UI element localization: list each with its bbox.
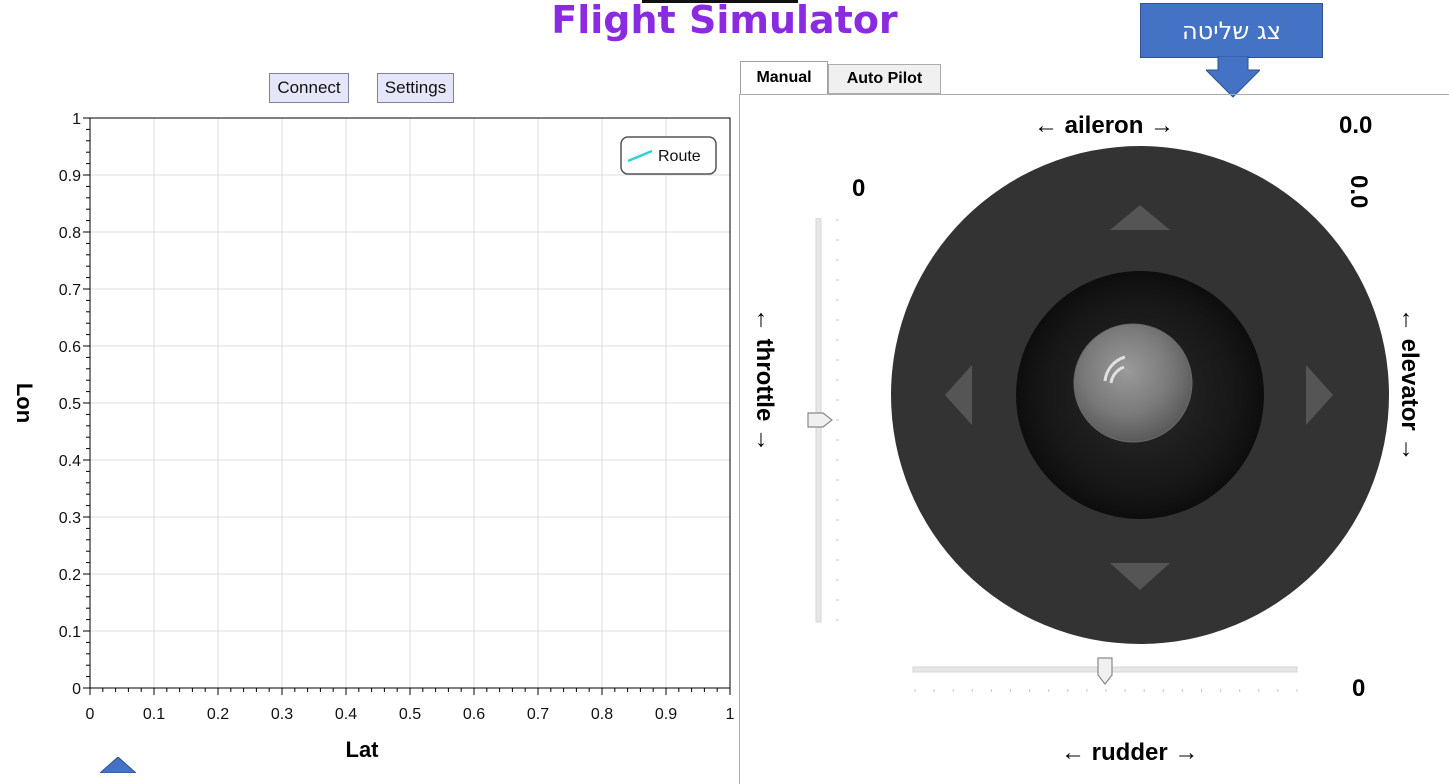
connect-button[interactable]: Connect [269,73,349,103]
chart-y-tick-label: 0.6 [59,339,81,356]
rudder-label: ← rudder → [1061,739,1199,766]
callout-box: צג שליטה [1140,3,1323,58]
corner-up-arrow-icon [100,757,136,773]
chart-x-tick-label: 0.4 [335,706,357,723]
chart-x-tick-label: 1 [726,706,735,723]
chart-y-tick-label: 0.8 [59,225,81,242]
chart-y-axis-label: Lon [12,383,37,423]
chart-x-tick-label: 0 [86,706,95,723]
chart-x-axis-label: Lat [346,737,380,762]
chart-y-tick-label: 0.5 [59,396,81,413]
chart-x-tick-label: 0.9 [655,706,677,723]
elevator-label: ← elevator → [1396,308,1423,462]
callout-label: צג שליטה [1181,16,1281,45]
tab-manual[interactable]: Manual [740,61,828,95]
rudder-slider[interactable] [910,655,1302,697]
throttle-value: 0 [852,175,866,202]
chart-y-tick-label: 0.1 [59,624,81,641]
chart-x-tick-label: 0.6 [463,706,485,723]
tab-auto-pilot[interactable]: Auto Pilot [828,64,941,94]
chart-x-tick-label: 0.1 [143,706,165,723]
chart-x-tick-label: 0.3 [271,706,293,723]
throttle-label: ← throttle → [751,308,778,452]
chart-x-tick-label: 0.2 [207,706,229,723]
route-chart: 0 0.1 0.2 0.3 0.4 0.5 0.6 0.7 0.8 0.9 1 0 0.1 0.2 0.3 0… [12,111,735,762]
throttle-slider[interactable] [806,218,846,624]
chart-y-tick-label: 0 [72,681,81,698]
chart-x-tick-label: 0.5 [399,706,421,723]
chart-y-tick-label: 0.4 [59,453,81,470]
chart-y-tick-label: 0.9 [59,168,81,185]
joystick-knob[interactable] [1073,323,1193,443]
chart-x-tick-label: 0.7 [527,706,549,723]
chart-y-tick-label: 0.3 [59,510,81,527]
chart-y-tick-label: 1 [72,111,81,128]
chart-x-tick-label: 0.8 [591,706,613,723]
throttle-slider-thumb[interactable] [807,412,833,428]
rudder-slider-thumb[interactable] [1097,657,1113,685]
aileron-value: 0.0 [1339,112,1373,139]
settings-button[interactable]: Settings [377,73,454,103]
rudder-value: 0 [1352,675,1366,702]
joystick[interactable] [890,145,1390,645]
aileron-label: ← aileron → [1034,112,1175,139]
callout-down-arrow-icon [1206,56,1260,98]
chart-y-tick-label: 0.7 [59,282,81,299]
chart-y-tick-label: 0.2 [59,567,81,584]
chart-legend-label: Route [658,148,701,165]
